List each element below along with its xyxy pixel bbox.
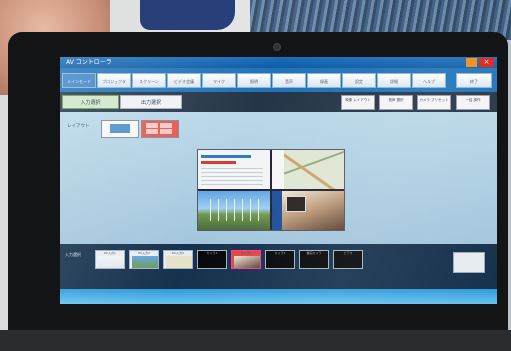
source-button[interactable]: ビデオ [333, 250, 363, 269]
minimize-button[interactable] [466, 58, 477, 67]
source-label: 書画カメラ [306, 251, 322, 255]
source-button-selected[interactable]: カメラ2 [231, 250, 261, 269]
audio-select-button[interactable]: 音声 選択 [379, 95, 413, 110]
nav-item-mic[interactable]: マイク [202, 73, 236, 88]
quad-cell [160, 129, 172, 134]
nav-item-main[interactable]: メインモード [62, 73, 96, 88]
video-layout-button[interactable]: 映像 レイアウト [341, 95, 375, 110]
camera-preset-button[interactable]: カメラ プリセット [417, 95, 451, 110]
room-banner [272, 191, 282, 230]
source-label: PC入力1 [104, 251, 116, 255]
tab-input-select[interactable]: 入力選択 [62, 95, 119, 109]
nav-item-help[interactable]: ヘルプ [412, 73, 446, 88]
layout-label: レイアウト [67, 124, 90, 129]
nav-item-details[interactable]: 詳細 [377, 73, 411, 88]
source-button[interactable]: PC入力2 [129, 250, 159, 269]
source-label: PC入力2 [138, 251, 150, 255]
layout-single-icon [110, 124, 130, 133]
landscape-towers [203, 199, 265, 221]
source-button[interactable]: PC入力1 [95, 250, 125, 269]
room-monitor [286, 196, 306, 212]
person-sleeve [140, 0, 235, 30]
nav-item-audio[interactable]: 音声 [272, 73, 306, 88]
window-titlebar: AV コントローラ × [60, 57, 497, 68]
doc-header-bar [201, 155, 251, 158]
nav-item-screen[interactable]: スクリーン [132, 73, 166, 88]
quad-cell [160, 123, 172, 128]
photo-scene: AV コントローラ × メインモード プロジェクタ スクリーン ビデオ会議 マイ… [0, 0, 511, 351]
nav-item-settings[interactable]: 設定 [342, 73, 376, 88]
preview-map [272, 150, 344, 189]
source-label: PC入力3 [172, 251, 184, 255]
nav-item-video-conf[interactable]: ビデオ会議 [167, 73, 201, 88]
nav-bar: メインモード プロジェクタ スクリーン ビデオ会議 マイク 照明 音声 録画 設… [60, 68, 497, 92]
close-button[interactable]: × [479, 58, 494, 67]
source-button[interactable]: カメラ3 [265, 250, 295, 269]
source-label: カメラ3 [274, 251, 286, 255]
source-strip: 入力選択 PC入力1 PC入力2 PC入力3 カメラ1 カメラ2 カメラ3 書画… [60, 244, 497, 289]
source-thumbnail [98, 256, 124, 268]
doc-accent-bar [201, 161, 236, 164]
source-button[interactable]: 書画カメラ [299, 250, 329, 269]
source-button[interactable]: PC入力3 [163, 250, 193, 269]
source-label: カメラ1 [206, 251, 218, 255]
preview-document [198, 150, 270, 189]
nav-item-lighting[interactable]: 照明 [237, 73, 271, 88]
tab-output-select[interactable]: 出力選択 [120, 95, 182, 109]
layout-quad-button[interactable] [141, 120, 179, 138]
nav-item-exit[interactable]: 終了 [456, 73, 492, 88]
source-strip-label: 入力選択 [65, 252, 81, 257]
source-label: ビデオ [343, 251, 353, 255]
doc-text-lines [201, 168, 263, 186]
source-label: カメラ2 [240, 251, 252, 255]
output-preview[interactable] [197, 149, 345, 231]
camera-icon [273, 43, 281, 51]
screen: AV コントローラ × メインモード プロジェクタ スクリーン ビデオ会議 マイ… [60, 57, 497, 304]
source-button[interactable]: カメラ1 [197, 250, 227, 269]
keyboard-edge [0, 330, 511, 351]
nav-item-projector[interactable]: プロジェクタ [97, 73, 131, 88]
preview-landscape [198, 191, 270, 230]
source-thumbnail [234, 256, 260, 268]
footer-bar [60, 289, 497, 304]
quad-cell [146, 129, 158, 134]
layout-single-button[interactable] [101, 120, 139, 138]
nav-item-record[interactable]: 録画 [307, 73, 341, 88]
source-thumbnail [132, 256, 158, 268]
main-panel: レイアウト [60, 112, 497, 244]
map-sidebar [272, 150, 284, 189]
batch-control-button[interactable]: 一括 操作 [456, 95, 490, 110]
source-thumbnail [166, 256, 192, 268]
preview-room [272, 191, 344, 230]
source-extra-button[interactable] [453, 252, 485, 273]
quad-cell [146, 123, 158, 128]
sub-bar: 入力選択 出力選択 映像 レイアウト 音声 選択 カメラ プリセット 一括 操作 [60, 92, 497, 112]
window-title: AV コントローラ [66, 59, 112, 66]
